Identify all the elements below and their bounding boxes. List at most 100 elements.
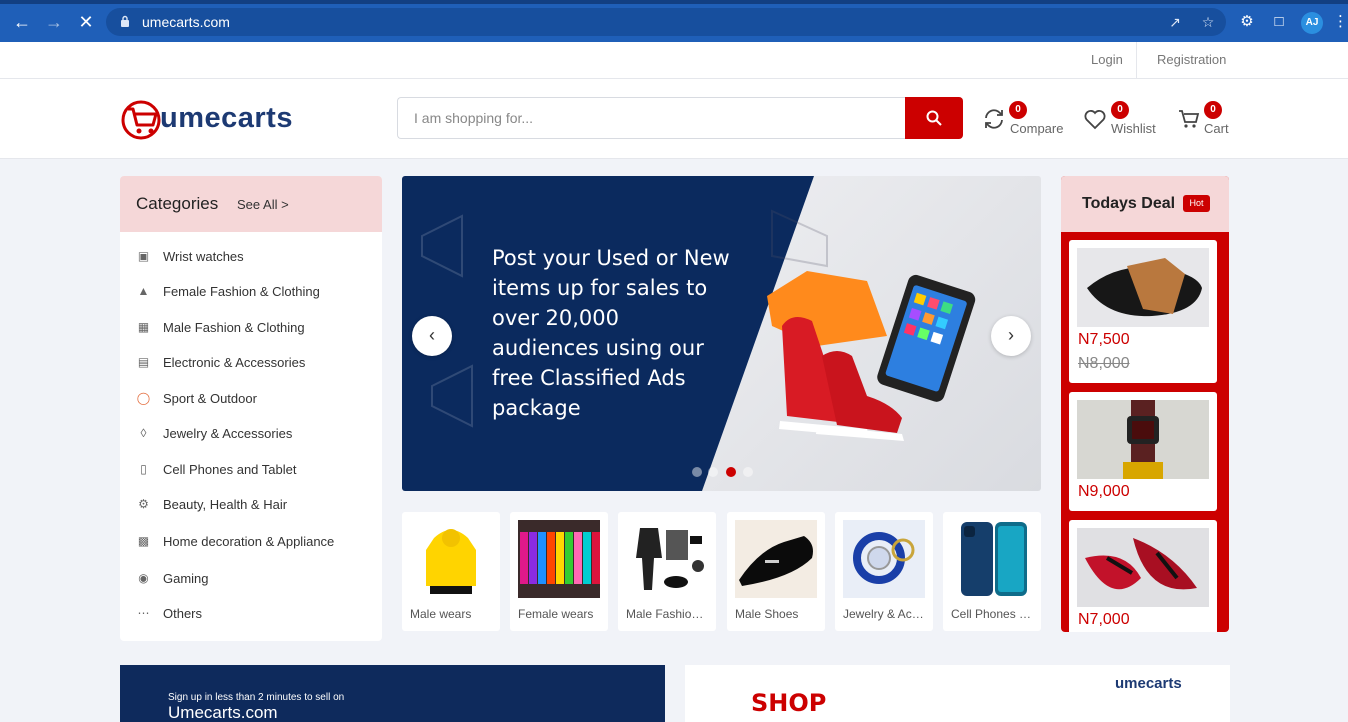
compare-label: Compare [1010, 121, 1064, 136]
site-header: umecarts 0 Compare 0 Wishlist 0 Cart [0, 79, 1348, 159]
compare-icon [985, 109, 1003, 129]
search-field[interactable] [397, 97, 905, 139]
shop-online-banner[interactable]: SHOP umecarts [685, 665, 1230, 722]
cart-button[interactable]: 0 Cart [1177, 101, 1237, 139]
product-image [426, 529, 476, 594]
carousel-dot-active[interactable] [726, 467, 736, 477]
category-item-gaming[interactable]: ◉ Gaming [120, 564, 382, 594]
see-all-link[interactable]: See All > [237, 197, 289, 212]
phone-icon: ▯ [140, 462, 147, 476]
address-bar[interactable]: umecarts.com ↗ ☆ [106, 8, 1226, 36]
promo-logo: umecarts [1115, 675, 1182, 692]
product-image [1077, 248, 1209, 327]
deal-old-price: N8,000 [1078, 355, 1130, 372]
wishlist-button[interactable]: 0 Wishlist [1083, 101, 1163, 139]
product-image [735, 520, 817, 598]
share-icon[interactable]: ↗ [1167, 14, 1183, 30]
menu-kebab-icon[interactable]: ⋮ [1333, 13, 1348, 31]
product-image [843, 520, 925, 598]
deal-card[interactable]: N7,000 [1069, 520, 1217, 632]
beauty-icon: ⚙ [138, 497, 149, 511]
heart-icon [1084, 110, 1106, 130]
banner-headline: Post your Used or New items up for sales… [492, 246, 730, 420]
cart-label: Cart [1204, 121, 1229, 136]
side-panel-icon[interactable]: □ [1270, 13, 1288, 31]
wishlist-label: Wishlist [1111, 121, 1156, 136]
category-label: Male Fashion & Clothing [163, 320, 305, 335]
category-label: Electronic & Accessories [163, 355, 306, 370]
category-item-electronics[interactable]: ▤ Electronic & Accessories [120, 348, 382, 378]
category-label: Others [163, 606, 203, 621]
deal-card[interactable]: N7,500 N8,000 [1069, 240, 1217, 383]
registration-link[interactable]: Registration [1157, 52, 1226, 67]
forward-icon[interactable]: → [44, 12, 64, 32]
product-image [518, 520, 600, 598]
todays-deal-header: Todays Deal Hot [1061, 176, 1229, 232]
profile-avatar[interactable]: AJ [1301, 12, 1323, 34]
categories-panel: Categories See All > ▣ Wrist watches ▲ Fem… [120, 176, 382, 641]
tile-label: Cell Phones and Tablet [951, 607, 1035, 621]
category-label: Cell Phones and Tablet [163, 462, 297, 477]
shop-heading: SHOP [751, 689, 827, 717]
category-label: Jewelry & Accessories [163, 426, 293, 441]
category-label: Sport & Outdoor [163, 391, 257, 406]
tile-label: Male wears [410, 607, 472, 621]
back-icon[interactable]: ← [12, 12, 32, 32]
electronics-icon: ▤ [137, 355, 150, 369]
tile-label: Jewelry & Accessories [843, 607, 927, 621]
bookmark-star-icon[interactable]: ☆ [1200, 14, 1216, 30]
tab-strip [0, 0, 1348, 4]
stop-loading-icon[interactable]: ✕ [76, 12, 96, 32]
carousel-dot[interactable] [743, 467, 753, 477]
search-input[interactable] [398, 98, 905, 138]
sell-promo-banner[interactable]: Sign up in less than 2 minutes to sell o… [120, 665, 665, 722]
featured-tile-jewelry[interactable]: Jewelry & Accessories [835, 512, 933, 631]
featured-tile-male-fashion[interactable]: Male Fashion & Clothing [618, 512, 716, 631]
categories-title: Categories [136, 194, 219, 213]
featured-tile-male-wears[interactable]: Male wears [402, 512, 500, 631]
category-item-wrist-watches[interactable]: ▣ Wrist watches [120, 242, 382, 272]
ball-icon: ◯ [136, 391, 151, 405]
carousel-dot[interactable] [708, 467, 718, 477]
product-image [1077, 528, 1209, 607]
carousel-prev-button[interactable]: ‹ [412, 316, 452, 356]
featured-tile-female-wears[interactable]: Female wears [510, 512, 608, 631]
jewelry-icon: ◊ [140, 426, 147, 440]
compare-count-badge: 0 [1009, 101, 1027, 119]
category-label: Wrist watches [163, 249, 244, 264]
appliance-icon: ▩ [137, 534, 150, 548]
category-item-male-fashion[interactable]: ▦ Male Fashion & Clothing [120, 313, 382, 343]
search-icon [926, 110, 942, 126]
promo-title: Umecarts.com [168, 703, 278, 722]
category-item-beauty[interactable]: ⚙ Beauty, Health & Hair [120, 490, 382, 520]
extensions-icon[interactable]: ⚙ [1238, 13, 1256, 31]
product-image [636, 528, 704, 590]
todays-deal-title: Todays Deal [1082, 195, 1176, 212]
compare-button[interactable]: 0 Compare [982, 101, 1072, 139]
cart-count-badge: 0 [1204, 101, 1222, 119]
login-link[interactable]: Login [1091, 52, 1123, 67]
carousel-next-button[interactable]: › [991, 316, 1031, 356]
category-item-jewelry[interactable]: ◊ Jewelry & Accessories [120, 419, 382, 449]
deal-card[interactable]: N9,000 [1069, 392, 1217, 511]
category-label: Beauty, Health & Hair [163, 497, 288, 512]
category-item-phones[interactable]: ▯ Cell Phones and Tablet [120, 455, 382, 485]
shirt-icon: ▦ [137, 320, 150, 334]
browser-toolbar: ← → ✕ umecarts.com ↗ ☆ ⚙ □ AJ ⋮ [0, 0, 1348, 42]
logo-wordmark: umecarts [160, 102, 293, 134]
category-item-sport[interactable]: ◯ Sport & Outdoor [120, 384, 382, 414]
wishlist-count-badge: 0 [1111, 101, 1129, 119]
category-item-home[interactable]: ▩ Home decoration & Appliance [120, 527, 382, 557]
categories-header: Categories See All > [120, 176, 382, 232]
carousel-dot[interactable] [692, 467, 702, 477]
tile-label: Male Shoes [735, 607, 799, 621]
cart-icon [1179, 110, 1200, 128]
category-item-female-fashion[interactable]: ▲ Female Fashion & Clothing [120, 277, 382, 307]
featured-tile-cell-phones[interactable]: Cell Phones and Tablet [943, 512, 1041, 631]
product-image [961, 522, 1027, 596]
divider [1136, 42, 1137, 79]
featured-tile-male-shoes[interactable]: Male Shoes [727, 512, 825, 631]
category-label: Female Fashion & Clothing [163, 284, 320, 299]
category-item-others[interactable]: ⋯ Others [120, 599, 382, 629]
search-button[interactable] [905, 97, 963, 139]
